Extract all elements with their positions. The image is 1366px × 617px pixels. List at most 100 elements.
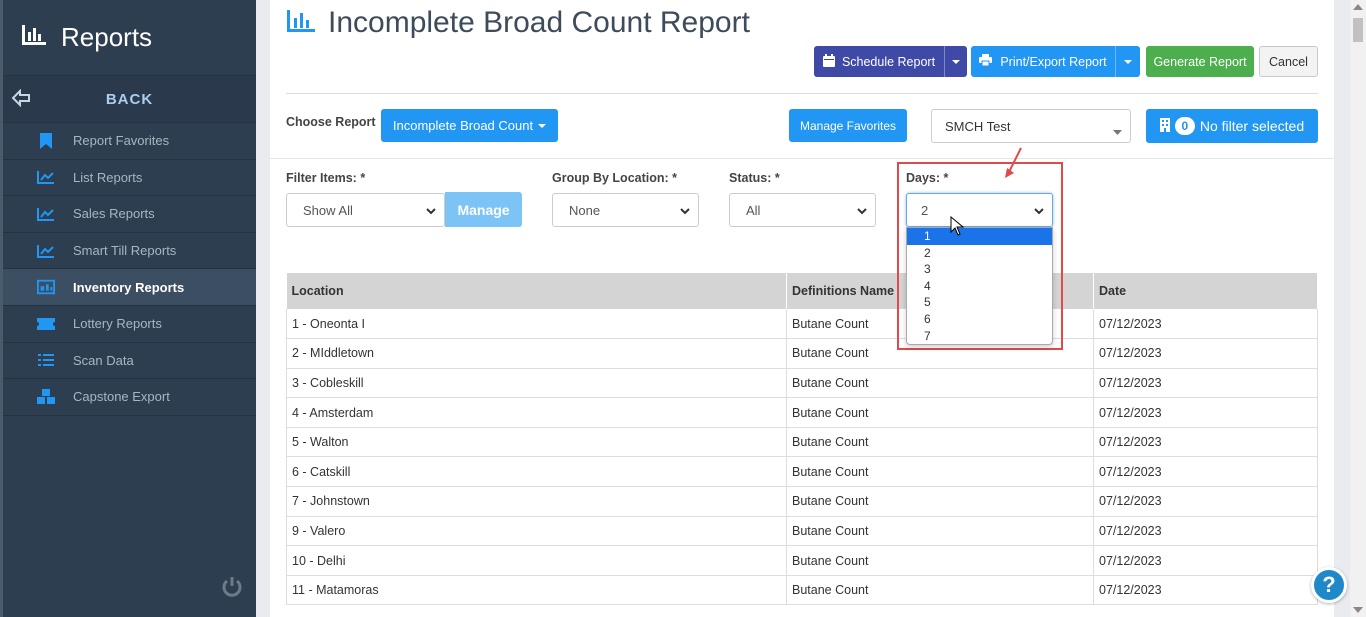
store-select-value: SMCH Test [945, 118, 1011, 134]
store-select[interactable]: SMCH Test [931, 109, 1131, 143]
status-select[interactable]: All [729, 193, 876, 227]
cell-definitions-name: Butane Count [786, 456, 1094, 488]
back-button[interactable]: BACK [3, 75, 256, 123]
days-option[interactable]: 6 [907, 311, 1052, 328]
main-panel: Incomplete Broad Count Report Schedule R… [270, 0, 1334, 617]
sidebar-item-scan-data[interactable]: Scan Data [3, 343, 256, 380]
help-button[interactable]: ? [1311, 567, 1347, 603]
manage-button[interactable]: Manage [445, 192, 522, 227]
calendar-icon [822, 53, 835, 70]
cell-date: 07/12/2023 [1093, 397, 1318, 428]
sidebar: Reports BACK Report Favorites List Repor… [0, 0, 256, 617]
filter-items-select[interactable]: Show All [286, 193, 445, 227]
sidebar-item-smart-till-reports[interactable]: Smart Till Reports [3, 233, 256, 270]
group-by-select[interactable]: None [552, 193, 699, 227]
cell-definitions-name: Butane Count [786, 516, 1094, 547]
sidebar-item-label: Capstone Export [73, 389, 170, 405]
cell-date: 07/12/2023 [1093, 486, 1318, 517]
power-icon[interactable] [221, 576, 243, 603]
line-chart-icon [37, 242, 55, 260]
line-chart-icon [37, 168, 55, 186]
cancel-button[interactable]: Cancel [1259, 46, 1318, 77]
divider [286, 93, 1318, 94]
caret-down-icon [1124, 59, 1132, 64]
sidebar-header: Reports [3, 0, 256, 75]
cell-date: 07/12/2023 [1093, 575, 1318, 606]
generate-report-button[interactable]: Generate Report [1146, 46, 1254, 77]
table-row: 3 - Cobleskill Butane Count 07/12/2023 [286, 368, 1318, 399]
table-row: 2 - MIddletown Butane Count 07/12/2023 [286, 338, 1318, 369]
sidebar-item-label: List Reports [73, 169, 143, 185]
table-row: 5 - Walton Butane Count 07/12/2023 [286, 427, 1318, 458]
inventory-icon [37, 278, 55, 296]
sidebar-item-label: Lottery Reports [73, 316, 162, 332]
table-row: 4 - Amsterdam Butane Count 07/12/2023 [286, 397, 1318, 428]
chevron-down-icon [680, 204, 690, 219]
location-filter-button[interactable]: 0 No filter selected [1146, 109, 1318, 143]
cell-date: 07/12/2023 [1093, 516, 1318, 547]
days-option[interactable]: 4 [907, 278, 1052, 295]
cell-location: 6 - Catskill [286, 456, 787, 488]
cell-location: 4 - Amsterdam [286, 397, 787, 428]
column-header-location[interactable]: Location [286, 273, 787, 309]
cell-date: 07/12/2023 [1093, 427, 1318, 458]
list-icon [37, 351, 55, 369]
report-table: Location Definitions Name Date 1 - Oneon… [286, 273, 1318, 606]
sidebar-item-label: Sales Reports [73, 206, 155, 222]
schedule-report-dropdown[interactable] [944, 46, 967, 77]
table-row: 11 - Matamoras Butane Count 07/12/2023 [286, 575, 1318, 606]
cell-location: 9 - Valero [286, 516, 787, 547]
back-label: BACK [105, 90, 154, 108]
days-option[interactable]: 2 [907, 245, 1052, 262]
cell-date: 07/12/2023 [1093, 309, 1318, 340]
filter-items-value: Show All [303, 202, 353, 218]
days-option[interactable]: 5 [907, 294, 1052, 311]
sidebar-item-inventory-reports[interactable]: Inventory Reports [3, 269, 256, 306]
sidebar-item-sales-reports[interactable]: Sales Reports [3, 196, 256, 233]
cell-definitions-name: Butane Count [786, 575, 1094, 606]
status-label: Status: * [729, 171, 780, 185]
scrollbar-thumb[interactable] [1353, 18, 1363, 42]
sidebar-item-label: Inventory Reports [73, 279, 185, 295]
cubes-icon [37, 388, 55, 406]
caret-down-icon [952, 59, 960, 64]
sidebar-item-report-favorites[interactable]: Report Favorites [3, 123, 256, 160]
cell-date: 07/12/2023 [1093, 545, 1318, 576]
group-by-label: Group By Location: * [552, 171, 677, 185]
scroll-down-icon[interactable] [1353, 607, 1363, 613]
cell-definitions-name: Butane Count [786, 486, 1094, 517]
scroll-up-icon[interactable] [1353, 4, 1363, 10]
bookmark-icon [37, 132, 55, 150]
schedule-report-button[interactable]: Schedule Report [814, 46, 944, 77]
filter-items-label: Filter Items: * [286, 171, 366, 185]
sidebar-title: Reports [61, 22, 153, 52]
days-option[interactable]: 3 [907, 261, 1052, 278]
cell-location: 10 - Delhi [286, 545, 787, 576]
line-chart-icon [37, 205, 55, 223]
cell-definitions-name: Butane Count [786, 368, 1094, 399]
table-row: 6 - Catskill Butane Count 07/12/2023 [286, 456, 1318, 488]
manage-favorites-button[interactable]: Manage Favorites [789, 109, 907, 142]
cell-location: 7 - Johnstown [286, 486, 787, 517]
table-header-row: Location Definitions Name Date [286, 273, 1318, 309]
print-export-dropdown[interactable] [1115, 46, 1140, 77]
sidebar-item-lottery-reports[interactable]: Lottery Reports [3, 306, 256, 343]
sidebar-item-capstone-export[interactable]: Capstone Export [3, 379, 256, 416]
page-header: Incomplete Broad Count Report [286, 6, 750, 40]
sidebar-item-list-reports[interactable]: List Reports [3, 160, 256, 197]
column-header-date[interactable]: Date [1093, 273, 1318, 309]
scrollbar[interactable] [1350, 0, 1366, 617]
days-option[interactable]: 1 [907, 228, 1052, 245]
caret-down-icon [538, 123, 547, 128]
table-row: 10 - Delhi Butane Count 07/12/2023 [286, 545, 1318, 576]
cell-location: 1 - Oneonta I [286, 309, 787, 340]
choose-report-value: Incomplete Broad Count [392, 118, 534, 133]
cell-location: 5 - Walton [286, 427, 787, 458]
days-option[interactable]: 7 [907, 328, 1052, 345]
print-export-button[interactable]: Print/Export Report [971, 46, 1115, 77]
arrow-left-icon [11, 88, 31, 112]
ticket-icon [37, 315, 55, 333]
choose-report-button[interactable]: Incomplete Broad Count [381, 109, 558, 142]
filter-label: No filter selected [1199, 118, 1305, 134]
choose-report-label: Choose Report [286, 115, 376, 129]
